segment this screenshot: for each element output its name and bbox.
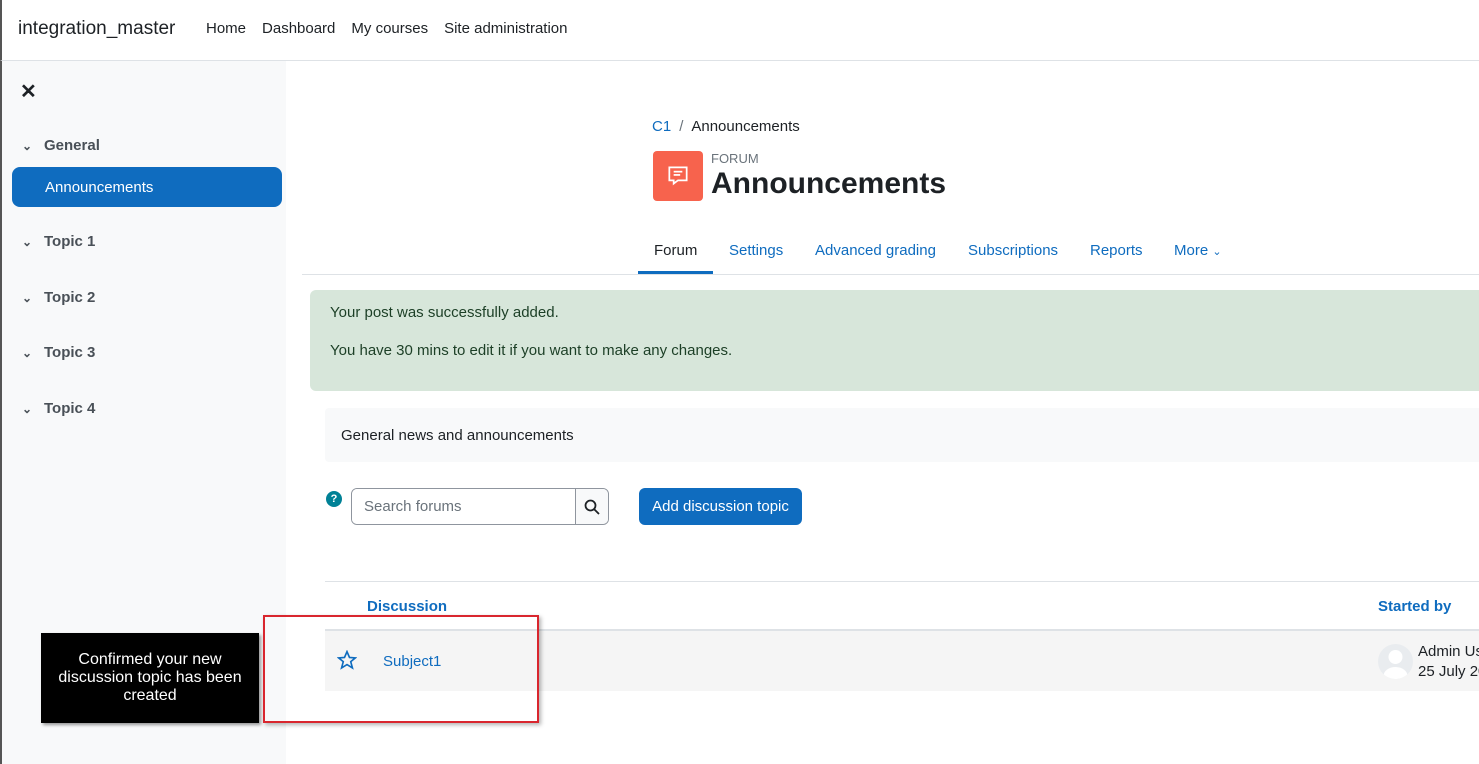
site-brand[interactable]: integration_master	[18, 18, 175, 40]
chevron-down-icon: ⌄	[22, 401, 33, 416]
tab-subscriptions[interactable]: Subscriptions	[968, 234, 1058, 274]
alert-edit-notice: You have 30 mins to edit it if you want …	[330, 342, 733, 359]
success-alert: Your post was successfully added. You ha…	[310, 290, 1479, 391]
chevron-down-icon: ⌄	[1212, 246, 1222, 258]
annotation-highlight-box	[263, 615, 539, 723]
breadcrumb: C1 / Announcements	[652, 118, 800, 135]
section-topic-3[interactable]: ⌄ Topic 3	[22, 344, 95, 361]
chevron-down-icon: ⌄	[22, 290, 33, 305]
section-topic-2[interactable]: ⌄ Topic 2	[22, 289, 95, 306]
search-input[interactable]	[352, 489, 575, 524]
section-label: Topic 2	[44, 289, 96, 306]
nav-my-courses[interactable]: My courses	[343, 20, 436, 37]
search-forums	[351, 488, 609, 525]
annotation-tooltip: Confirmed your new discussion topic has …	[41, 633, 259, 723]
top-navbar: integration_master Home Dashboard My cou…	[0, 0, 1479, 61]
add-discussion-topic-button[interactable]: Add discussion topic	[639, 488, 802, 525]
section-topic-4[interactable]: ⌄ Topic 4	[22, 400, 95, 417]
alert-message: Your post was successfully added.	[330, 304, 559, 321]
section-label: Topic 4	[44, 400, 96, 417]
activity-type-label: FORUM	[711, 151, 759, 166]
column-started-by[interactable]: Started by	[1378, 598, 1451, 615]
nav-dashboard[interactable]: Dashboard	[254, 20, 343, 37]
search-button[interactable]	[575, 489, 608, 524]
tab-settings[interactable]: Settings	[729, 234, 783, 274]
section-general[interactable]: ⌄ General	[22, 137, 100, 154]
column-discussion[interactable]: Discussion	[367, 598, 447, 615]
chevron-down-icon: ⌄	[22, 234, 33, 249]
tab-advanced-grading[interactable]: Advanced grading	[815, 234, 936, 274]
author-name[interactable]: Admin Us	[1418, 643, 1479, 660]
search-icon	[584, 499, 600, 515]
breadcrumb-course-link[interactable]: C1	[652, 118, 671, 135]
section-label: Topic 1	[44, 233, 96, 250]
chevron-down-icon: ⌄	[22, 345, 33, 360]
section-topic-1[interactable]: ⌄ Topic 1	[22, 233, 95, 250]
tab-more-label: More	[1174, 242, 1209, 259]
tab-forum[interactable]: Forum	[638, 234, 713, 274]
breadcrumb-current: Announcements	[691, 118, 800, 135]
chevron-down-icon: ⌄	[22, 138, 33, 153]
author-info: Admin Us 25 July 20	[1418, 642, 1479, 682]
close-icon[interactable]: ✕	[20, 79, 37, 104]
forum-icon	[653, 151, 703, 201]
secondary-navigation: Forum Settings Advanced grading Subscrip…	[302, 231, 1479, 275]
drawer-item-announcements[interactable]: Announcements	[12, 167, 282, 207]
nav-home[interactable]: Home	[198, 20, 254, 37]
breadcrumb-separator: /	[679, 118, 684, 135]
primary-navigation: Home Dashboard My courses Site administr…	[198, 20, 576, 37]
help-icon[interactable]: ?	[326, 491, 342, 507]
post-date: 25 July 20	[1418, 663, 1479, 680]
tab-reports[interactable]: Reports	[1090, 234, 1143, 274]
nav-site-administration[interactable]: Site administration	[436, 20, 575, 37]
tab-more[interactable]: More ⌄	[1174, 234, 1222, 274]
forum-intro: General news and announcements	[325, 408, 1479, 462]
section-label: Topic 3	[44, 344, 96, 361]
page-title: Announcements	[711, 167, 947, 200]
avatar	[1378, 644, 1413, 679]
section-label: General	[44, 137, 100, 154]
